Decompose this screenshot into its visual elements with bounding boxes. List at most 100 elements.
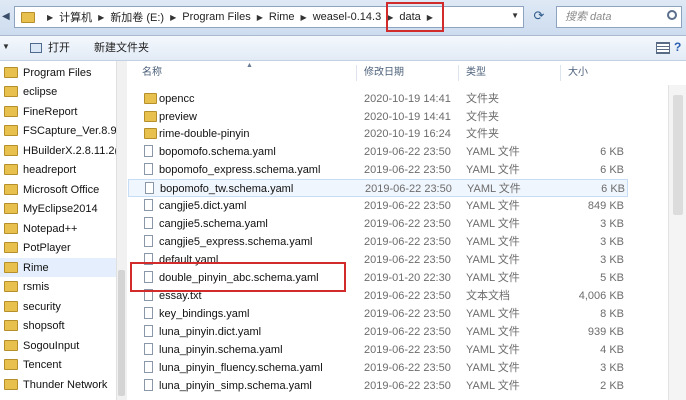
folder-icon: [4, 359, 18, 370]
nav-item-eclipse[interactable]: eclipse: [0, 82, 57, 101]
address-bar[interactable]: ▶ 计算机 ▶ 新加卷 (E:) ▶ Program Files ▶ Rime …: [14, 6, 524, 28]
view-options-icon[interactable]: [656, 42, 670, 54]
folder-icon: [4, 203, 18, 214]
folder-icon: [4, 379, 18, 390]
column-header-size[interactable]: 大小: [568, 61, 588, 85]
folder-icon: [4, 320, 18, 331]
nav-item-hbuilderx[interactable]: HBuilderX.2.8.11.2(: [0, 141, 116, 160]
nav-item-security[interactable]: security: [0, 297, 61, 316]
file-row[interactable]: key_bindings.yaml 2019-06-22 23:50 YAML 文件…: [128, 305, 628, 323]
nav-item-finereport[interactable]: FineReport: [0, 102, 77, 121]
chevron-right-icon[interactable]: ▶: [257, 13, 263, 22]
folder-icon: [4, 164, 18, 175]
nav-item-thunder-network[interactable]: Thunder Network: [0, 375, 107, 394]
chevron-right-icon[interactable]: ▶: [47, 13, 53, 22]
file-row[interactable]: cangjie5.schema.yaml 2019-06-22 23:50 YAML…: [128, 215, 628, 233]
breadcrumb-computer[interactable]: 计算机: [59, 7, 92, 27]
highlight-box-breadcrumb: [386, 2, 444, 32]
file-row[interactable]: bopomofo.schema.yaml 2019-06-22 23:50 YAML…: [128, 143, 628, 161]
chevron-down-icon[interactable]: ▼: [2, 42, 10, 51]
file-row[interactable]: rime-double-pinyin 2020-10-19 16:24 文件夹: [128, 125, 628, 143]
folder-icon: [144, 111, 157, 122]
address-bar-area: ◀ ▶ 计算机 ▶ 新加卷 (E:) ▶ Program Files ▶ Rim…: [0, 0, 686, 36]
back-arrow-icon[interactable]: ◀: [2, 10, 12, 24]
sort-ascending-icon: ▲: [246, 62, 253, 69]
nav-item-rsmis[interactable]: rsmis: [0, 277, 49, 296]
highlight-box-file: [130, 262, 346, 292]
folder-icon: [4, 223, 18, 234]
column-divider[interactable]: [560, 65, 561, 81]
open-button[interactable]: 打开: [30, 40, 70, 56]
breadcrumb: ▶ 计算机 ▶ 新加卷 (E:) ▶ Program Files ▶ Rime …: [15, 7, 439, 27]
search-placeholder: 搜索 data: [565, 11, 612, 23]
file-row[interactable]: luna_pinyin.dict.yaml 2019-06-22 23:50 YAM…: [128, 323, 628, 341]
breadcrumb-rime[interactable]: Rime: [269, 7, 295, 27]
document-icon: [144, 343, 153, 355]
column-divider[interactable]: [356, 65, 357, 81]
breadcrumb-weasel[interactable]: weasel-0.14.3: [313, 7, 382, 27]
chevron-right-icon[interactable]: ▶: [170, 13, 176, 22]
file-row[interactable]: cangjie5.dict.yaml 2019-06-22 23:50 YAML 文…: [128, 197, 628, 215]
search-input[interactable]: 搜索 data: [556, 6, 682, 28]
nav-item-notepad[interactable]: Notepad++: [0, 219, 77, 238]
file-row[interactable]: opencc 2020-10-19 14:41 文件夹: [128, 90, 628, 108]
file-row[interactable]: luna_pinyin.schema.yaml 2019-06-22 23:50 Y…: [128, 341, 628, 359]
navigation-pane: Program Files eclipse FineReport FSCaptu…: [0, 61, 117, 400]
breadcrumb-program-files[interactable]: Program Files: [182, 7, 250, 27]
nav-item-tencent[interactable]: Tencent: [0, 355, 62, 374]
file-list-scrollbar[interactable]: [668, 85, 686, 400]
file-row[interactable]: cangjie5_express.schema.yaml 2019-06-22 2…: [128, 233, 628, 251]
folder-icon: [4, 145, 18, 156]
nav-item-shopsoft[interactable]: shopsoft: [0, 316, 65, 335]
document-icon: [144, 145, 153, 157]
file-row[interactable]: bopomofo_tw.schema.yaml 2019-06-22 23:50 Y…: [128, 179, 628, 197]
document-icon: [144, 379, 153, 391]
file-row[interactable]: bopomofo_express.schema.yaml 2019-06-22 2…: [128, 161, 628, 179]
document-icon: [144, 307, 153, 319]
folder-icon: [4, 301, 18, 312]
folder-icon: [4, 281, 18, 292]
folder-icon: [4, 106, 18, 117]
file-list-scrollbar-thumb[interactable]: [673, 95, 683, 215]
folder-icon: [4, 340, 18, 351]
folder-icon: [4, 262, 18, 273]
folder-icon: [21, 11, 35, 23]
folder-icon: [4, 67, 18, 78]
new-folder-label: 新建文件夹: [94, 42, 149, 54]
nav-item-potplayer[interactable]: PotPlayer: [0, 238, 71, 257]
column-header-type[interactable]: 类型: [466, 61, 486, 85]
file-row[interactable]: preview 2020-10-19 14:41 文件夹: [128, 108, 628, 126]
help-icon[interactable]: ?: [674, 40, 686, 54]
chevron-right-icon[interactable]: ▶: [98, 13, 104, 22]
column-header-name[interactable]: 名称: [142, 61, 162, 85]
document-icon: [144, 361, 153, 373]
column-divider[interactable]: [458, 65, 459, 81]
nav-item-sogouinput[interactable]: SogouInput: [0, 336, 79, 355]
document-icon: [145, 182, 154, 194]
new-folder-button[interactable]: 新建文件夹: [94, 40, 149, 56]
nav-item-rime[interactable]: Rime: [0, 258, 116, 277]
chevron-right-icon[interactable]: ▶: [301, 13, 307, 22]
nav-item-myeclipse[interactable]: MyEclipse2014: [0, 199, 98, 218]
nav-item-program-files[interactable]: Program Files: [0, 63, 91, 82]
file-list: ▲ 名称 修改日期 类型 大小 opencc 2020-10-19 14:41 文件…: [128, 61, 686, 400]
open-icon: [30, 43, 42, 53]
command-bar: ▼ 打开 新建文件夹 ?: [0, 36, 686, 61]
document-icon: [144, 235, 153, 247]
nav-item-microsoft-office[interactable]: Microsoft Office: [0, 180, 99, 199]
folder-icon: [4, 242, 18, 253]
open-label: 打开: [48, 42, 70, 54]
column-header-date[interactable]: 修改日期: [364, 61, 404, 85]
folder-icon: [4, 86, 18, 97]
file-row[interactable]: luna_pinyin_fluency.schema.yaml 2019-06-2…: [128, 359, 628, 377]
nav-scrollbar-thumb[interactable]: [118, 270, 125, 396]
chevron-down-icon[interactable]: ▼: [511, 11, 519, 20]
breadcrumb-drive-e[interactable]: 新加卷 (E:): [110, 7, 164, 27]
file-row[interactable]: luna_pinyin_simp.schema.yaml 2019-06-22 2…: [128, 377, 628, 395]
document-icon: [144, 217, 153, 229]
document-icon: [144, 163, 153, 175]
document-icon: [144, 325, 153, 337]
nav-item-fscapture[interactable]: FSCapture_Ver.8.9_: [0, 121, 116, 140]
refresh-icon[interactable]: ⟳: [530, 6, 548, 26]
nav-item-headreport[interactable]: headreport: [0, 160, 76, 179]
